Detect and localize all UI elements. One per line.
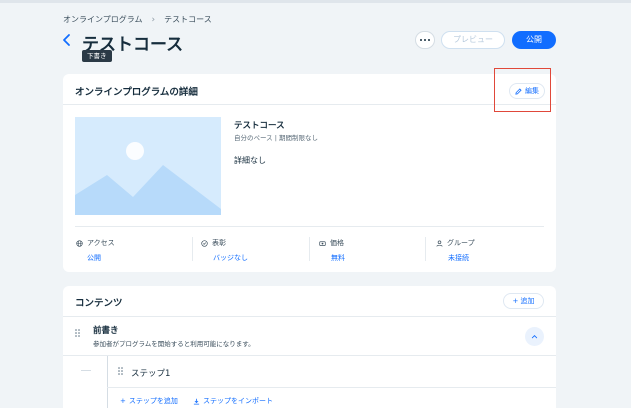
globe-icon — [76, 239, 83, 247]
divider — [63, 355, 556, 356]
program-details-card: オンラインプログラムの詳細 編集 テストコース 自分のペース | 期間制限なし … — [63, 74, 556, 272]
divider — [63, 104, 556, 105]
drag-handle-icon[interactable] — [118, 367, 124, 377]
add-step-button[interactable]: + ステップを追加 — [120, 396, 178, 406]
drag-handle-icon[interactable] — [75, 329, 81, 339]
import-step-label: ステップをインポート — [203, 397, 273, 405]
program-subtitle: 自分のペース | 期間制限なし — [234, 134, 318, 142]
program-name: テストコース — [234, 121, 285, 131]
price-icon — [319, 240, 326, 246]
divider — [425, 237, 426, 261]
add-step-label: ステップを追加 — [128, 397, 178, 405]
contents-section-title: コンテンツ — [75, 298, 123, 309]
step-title[interactable]: ステップ1 — [131, 367, 170, 379]
edit-highlight-box — [494, 68, 551, 112]
program-description: 詳細なし — [234, 156, 266, 165]
group-icon — [436, 240, 443, 247]
back-arrow-icon[interactable] — [60, 33, 74, 47]
breadcrumb-separator: › — [151, 14, 156, 25]
breadcrumb: オンラインプログラム › テストコース — [63, 14, 212, 25]
publish-button[interactable]: 公開 — [512, 31, 556, 49]
meta-award-label: 表彰 — [212, 239, 226, 247]
collapse-button[interactable] — [525, 327, 544, 346]
breadcrumb-current: テストコース — [164, 15, 212, 24]
import-icon — [193, 398, 200, 405]
meta-price-value[interactable]: 無料 — [319, 253, 345, 263]
meta-access-value[interactable]: 公開 — [76, 253, 115, 263]
meta-group: グループ 未接続 — [436, 238, 475, 263]
details-section-title: オンラインプログラムの詳細 — [75, 87, 198, 98]
top-border — [0, 0, 631, 3]
meta-access: アクセス 公開 — [76, 238, 115, 263]
divider — [192, 237, 193, 261]
meta-price: 価格 無料 — [319, 238, 345, 263]
meta-group-value[interactable]: 未接続 — [436, 253, 475, 263]
image-placeholder-icon — [75, 142, 221, 215]
meta-group-label: グループ — [447, 239, 475, 247]
plus-icon: + — [120, 397, 126, 405]
more-actions-button[interactable] — [415, 31, 435, 49]
contents-card: コンテンツ + 追加 前書き 参加者がプログラムを開始すると利用可能になります。… — [63, 286, 556, 408]
divider — [309, 237, 310, 261]
meta-award-value[interactable]: バッジなし — [201, 253, 248, 263]
divider — [63, 316, 556, 317]
preview-button[interactable]: プレビュー — [441, 31, 505, 49]
chevron-up-icon — [531, 335, 538, 339]
add-content-button[interactable]: + 追加 — [503, 293, 544, 309]
divider — [75, 226, 544, 227]
meta-access-label: アクセス — [87, 239, 115, 247]
divider — [107, 387, 556, 388]
preface-subtitle: 参加者がプログラムを開始すると利用可能になります。 — [93, 340, 255, 348]
meta-price-label: 価格 — [330, 239, 344, 247]
tree-connector — [107, 356, 108, 408]
preface-title[interactable]: 前書き — [93, 324, 119, 336]
breadcrumb-parent-link[interactable]: オンラインプログラム — [63, 14, 143, 25]
meta-award: 表彰 バッジなし — [201, 238, 248, 263]
tree-connector — [81, 370, 91, 371]
import-step-button[interactable]: ステップをインポート — [193, 396, 273, 406]
program-image-placeholder[interactable] — [75, 117, 221, 215]
award-icon — [201, 239, 208, 247]
draft-status-badge: 下書き — [82, 50, 112, 62]
